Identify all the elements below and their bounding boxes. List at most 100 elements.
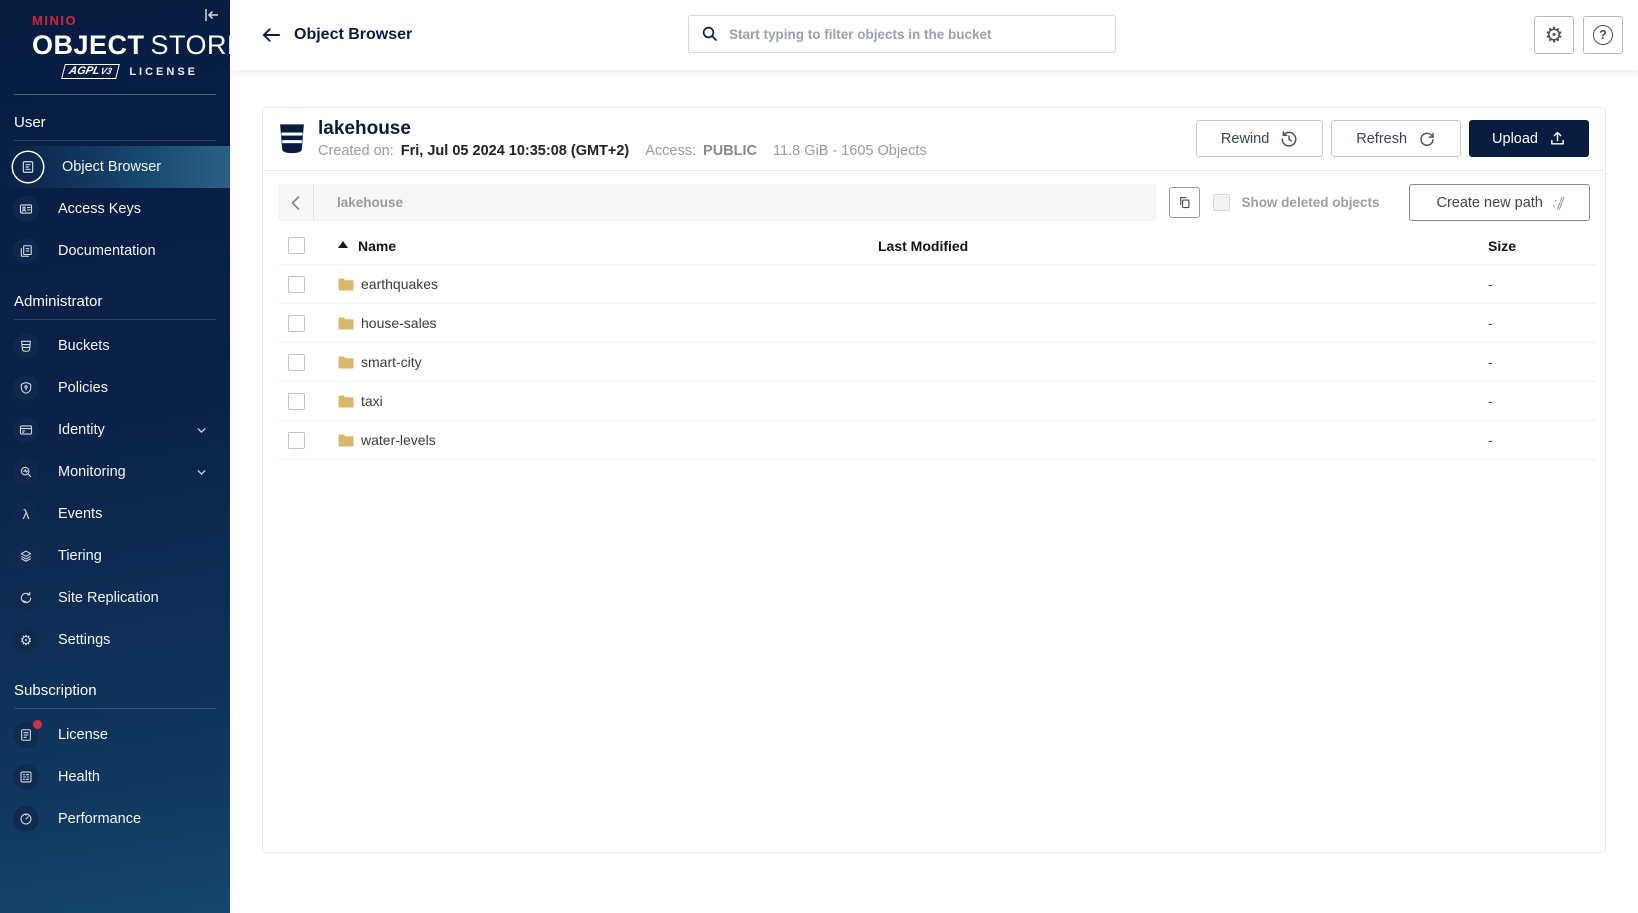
sidebar-item-object-browser[interactable]: Object Browser [0, 146, 230, 188]
refresh-button[interactable]: Refresh [1331, 120, 1462, 157]
top-header: Object Browser ⚙ ? [230, 0, 1638, 70]
table-row[interactable]: taxi - [278, 381, 1596, 421]
settings-gear-icon: ⚙ [13, 627, 39, 653]
sidebar-item-settings[interactable]: ⚙ Settings [0, 619, 230, 661]
chevron-down-icon[interactable] [195, 466, 208, 479]
sidebar-section-administrator: Administrator [14, 274, 216, 320]
sidebar-collapse-icon[interactable] [204, 8, 220, 22]
sidebar-item-events[interactable]: λ Events [0, 493, 230, 535]
object-name: smart-city [361, 354, 422, 370]
select-all-checkbox[interactable] [288, 237, 305, 254]
settings-button[interactable]: ⚙ [1534, 16, 1574, 54]
sidebar: MINIO OBJECT STORE AGPLV3 LICENSE User Ob… [0, 0, 246, 913]
buckets-icon [13, 333, 39, 359]
column-header-name[interactable]: Name [338, 230, 878, 265]
rewind-icon [1280, 130, 1298, 148]
object-filter-search[interactable] [688, 15, 1116, 53]
sort-ascending-icon[interactable] [338, 240, 348, 248]
sidebar-item-identity[interactable]: Identity [0, 409, 230, 451]
browse-section: lakehouse Show deleted objects Create ne… [263, 171, 1605, 460]
table-row[interactable]: earthquakes - [278, 264, 1596, 304]
access-label: Access: [645, 143, 697, 159]
brand-product: OBJECT STORE [32, 30, 246, 60]
license-notification-dot [33, 720, 42, 729]
bucket-icon [279, 123, 305, 154]
new-path-icon: :∥ [1551, 194, 1565, 210]
access-value: PUBLIC [703, 143, 758, 159]
help-button[interactable]: ? [1583, 16, 1623, 54]
sidebar-item-license[interactable]: License [0, 714, 230, 756]
upload-button[interactable]: Upload [1469, 120, 1589, 157]
sidebar-item-monitoring[interactable]: Monitoring [0, 451, 230, 493]
search-input[interactable] [729, 26, 1103, 42]
table-row[interactable]: smart-city - [278, 342, 1596, 382]
gear-icon: ⚙ [1544, 23, 1564, 47]
object-browser-icon [13, 152, 43, 182]
objects-table: Name Last Modified Size earthquakes - ho… [278, 230, 1596, 460]
column-header-size[interactable]: Size [1418, 230, 1596, 265]
sidebar-item-access-keys[interactable]: Access Keys [0, 188, 230, 230]
sidebar-item-buckets[interactable]: Buckets [0, 325, 230, 367]
sidebar-item-site-replication[interactable]: Site Replication [0, 577, 230, 619]
show-deleted-checkbox[interactable] [1213, 194, 1231, 211]
row-checkbox[interactable] [288, 353, 305, 371]
copy-path-button[interactable] [1169, 187, 1201, 218]
documentation-icon [13, 238, 39, 264]
sidebar-section-user: User [14, 95, 216, 141]
row-checkbox[interactable] [288, 314, 305, 332]
sidebar-item-tiering[interactable]: Tiering [0, 535, 230, 577]
license-word: LICENSE [129, 65, 198, 78]
folder-icon [338, 316, 354, 330]
back-arrow-icon[interactable] [262, 27, 281, 43]
events-lambda-icon: λ [13, 501, 39, 527]
table-row[interactable]: house-sales - [278, 303, 1596, 343]
help-icon: ? [1593, 25, 1613, 45]
object-name: house-sales [361, 315, 437, 331]
license-icon [13, 720, 42, 748]
row-checkbox[interactable] [288, 431, 305, 449]
bucket-meta: Created on: Fri, Jul 05 2024 10:35:08 (G… [318, 143, 927, 159]
sidebar-item-health[interactable]: Health [0, 756, 230, 798]
table-header-row: Name Last Modified Size [278, 230, 1596, 265]
object-size: - [1488, 354, 1493, 370]
object-name: water-levels [361, 432, 436, 448]
column-header-last-modified[interactable]: Last Modified [878, 230, 1418, 265]
folder-icon [338, 433, 354, 447]
folder-icon [338, 394, 354, 408]
sidebar-item-documentation[interactable]: Documentation [0, 230, 230, 272]
folder-icon [338, 355, 354, 369]
agpl-badge: AGPLV3 [60, 64, 120, 79]
object-last-modified [878, 303, 1418, 343]
bucket-summary: 11.8 GiB - 1605 Objects [773, 143, 927, 159]
sidebar-item-policies[interactable]: Policies [0, 367, 230, 409]
bucket-name: lakehouse [318, 118, 411, 139]
upload-icon [1549, 130, 1566, 147]
search-icon [701, 25, 719, 43]
sidebar-item-performance[interactable]: Performance [0, 798, 230, 840]
show-deleted-label: Show deleted objects [1241, 195, 1380, 210]
identity-icon [13, 417, 39, 443]
object-size: - [1488, 393, 1493, 409]
bucket-header: lakehouse Created on: Fri, Jul 05 2024 1… [263, 108, 1605, 171]
back-navigation[interactable]: Object Browser [262, 0, 412, 70]
policies-icon [13, 375, 39, 401]
show-deleted-toggle[interactable]: Show deleted objects [1213, 194, 1379, 211]
tiering-layers-icon [13, 543, 39, 569]
folder-icon [338, 277, 354, 291]
brand-minio: MINIO [32, 13, 78, 28]
page-title: Object Browser [294, 26, 413, 43]
object-last-modified [878, 381, 1418, 421]
create-new-path-button[interactable]: Create new path :∥ [1409, 184, 1590, 221]
created-label: Created on: [318, 143, 394, 159]
chevron-down-icon[interactable] [195, 424, 208, 437]
row-checkbox[interactable] [288, 275, 305, 293]
path-back-button[interactable] [278, 184, 314, 221]
site-replication-icon [13, 585, 39, 611]
copy-icon [1177, 195, 1192, 210]
table-row[interactable]: water-levels - [278, 420, 1596, 460]
rewind-button[interactable]: Rewind [1195, 120, 1324, 157]
performance-gauge-icon [13, 806, 39, 832]
object-size: - [1488, 315, 1493, 331]
refresh-icon [1418, 130, 1436, 148]
row-checkbox[interactable] [288, 392, 305, 410]
